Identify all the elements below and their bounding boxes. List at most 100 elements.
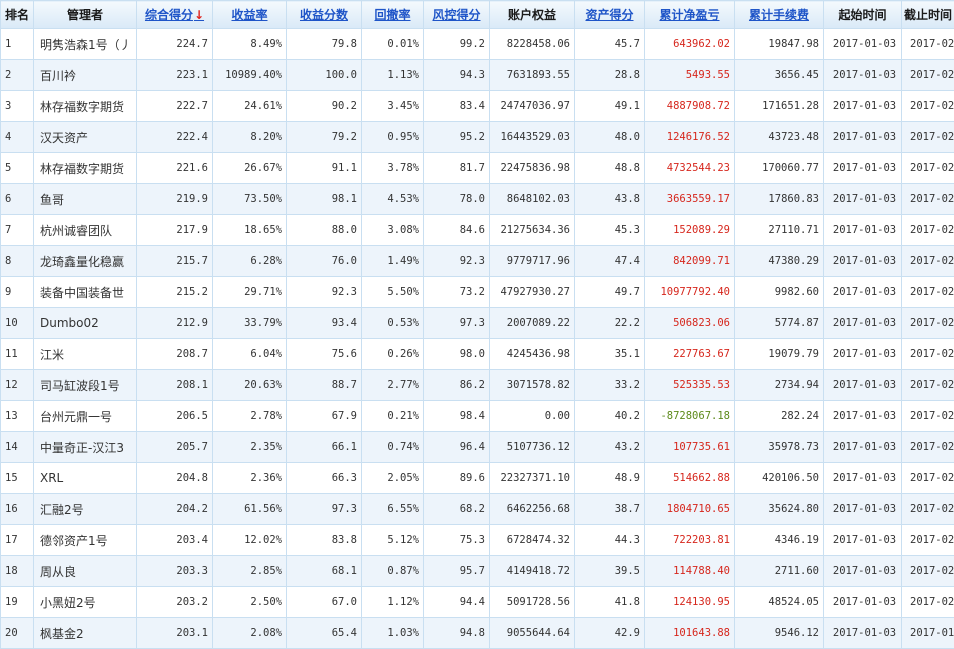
sort-return-rate[interactable]: 收益率	[212, 0, 287, 29]
end-date-cell: 2017-02-21	[901, 431, 954, 463]
drawdown-cell: 0.87%	[361, 555, 424, 587]
manager-cell: 鱼哥	[33, 183, 137, 215]
end-date-cell: 2017-02-21	[901, 307, 954, 339]
composite-score-cell: 203.2	[136, 586, 213, 618]
end-date-cell: 2017-02-21	[901, 462, 954, 494]
return-score-cell: 88.7	[286, 369, 362, 401]
end-date-cell: 2017-02-21	[901, 28, 954, 60]
header-start-date: 起始时间	[823, 0, 902, 29]
sort-return-score[interactable]: 收益分数	[286, 0, 362, 29]
return-score-cell: 66.1	[286, 431, 362, 463]
header-equity: 账户权益	[489, 0, 575, 29]
composite-score-cell: 215.7	[136, 245, 213, 277]
risk-score-cell: 75.3	[423, 524, 490, 556]
rank-cell: 5	[0, 152, 34, 184]
fees-cell: 43723.48	[734, 121, 824, 153]
manager-cell: 小黑妞2号	[33, 586, 137, 618]
start-date-cell: 2017-01-03	[823, 307, 902, 339]
rank-cell: 15	[0, 462, 34, 494]
asset-score-cell: 43.8	[574, 183, 645, 215]
start-date-cell: 2017-01-03	[823, 28, 902, 60]
return-score-cell: 90.2	[286, 90, 362, 122]
net-pnl-cell: 227763.67	[644, 338, 735, 370]
risk-score-cell: 86.2	[423, 369, 490, 401]
table-row: 13 台州元鼎一号 206.5 2.78% 67.9 0.21% 98.4 0.00 40.2-…	[0, 400, 954, 432]
return-score-cell: 75.6	[286, 338, 362, 370]
return-score-cell: 83.8	[286, 524, 362, 556]
rank-cell: 19	[0, 586, 34, 618]
manager-cell: XRL	[33, 462, 137, 494]
end-date-cell: 2017-02-21	[901, 214, 954, 246]
drawdown-cell: 1.49%	[361, 245, 424, 277]
rank-cell: 1	[0, 28, 34, 60]
composite-score-cell: 222.4	[136, 121, 213, 153]
equity-cell: 7631893.55	[489, 59, 575, 91]
return-rate-cell: 8.49%	[212, 28, 287, 60]
asset-score-cell: 45.7	[574, 28, 645, 60]
fees-cell: 35978.73	[734, 431, 824, 463]
equity-cell: 6728474.32	[489, 524, 575, 556]
net-pnl-cell: 10977792.40	[644, 276, 735, 308]
table-row: 16 汇融2号 204.2 61.56% 97.3 6.55% 68.2 6462256.68…	[0, 493, 954, 525]
end-date-cell: 2017-02-21	[901, 90, 954, 122]
start-date-cell: 2017-01-03	[823, 121, 902, 153]
fees-cell: 35624.80	[734, 493, 824, 525]
return-score-cell: 98.1	[286, 183, 362, 215]
asset-score-cell: 40.2	[574, 400, 645, 432]
sort-risk-score[interactable]: 风控得分	[423, 0, 490, 29]
drawdown-cell: 0.95%	[361, 121, 424, 153]
start-date-cell: 2017-01-03	[823, 431, 902, 463]
equity-cell: 9779717.96	[489, 245, 575, 277]
asset-score-cell: 43.2	[574, 431, 645, 463]
asset-score-cell: 49.7	[574, 276, 645, 308]
table-row: 5 林存福数字期货 221.6 26.67% 91.1 3.78% 81.7 22475836…	[0, 152, 954, 184]
return-rate-cell: 2.78%	[212, 400, 287, 432]
manager-cell: 汉天资产	[33, 121, 137, 153]
manager-cell: 江米	[33, 338, 137, 370]
end-date-cell: 2017-02-21	[901, 338, 954, 370]
equity-cell: 24747036.97	[489, 90, 575, 122]
fees-cell: 27110.71	[734, 214, 824, 246]
risk-score-cell: 89.6	[423, 462, 490, 494]
manager-cell: 装备中国装备世	[33, 276, 137, 308]
sort-fees[interactable]: 累计手续费	[734, 0, 824, 29]
rank-cell: 12	[0, 369, 34, 401]
return-score-cell: 97.3	[286, 493, 362, 525]
sort-net-pnl[interactable]: 累计净盈亏	[644, 0, 735, 29]
sort-drawdown[interactable]: 回撤率	[361, 0, 424, 29]
fees-cell: 2711.60	[734, 555, 824, 587]
composite-score-cell: 217.9	[136, 214, 213, 246]
net-pnl-cell: 514662.88	[644, 462, 735, 494]
table-row: 6 鱼哥 219.9 73.50% 98.1 4.53% 78.0 8648102.03 43.…	[0, 183, 954, 215]
fees-cell: 48524.05	[734, 586, 824, 618]
composite-score-cell: 208.7	[136, 338, 213, 370]
composite-score-cell: 223.1	[136, 59, 213, 91]
net-pnl-cell: 124130.95	[644, 586, 735, 618]
drawdown-cell: 1.03%	[361, 617, 424, 649]
table-row: 14 中量奇正-汉江3 205.7 2.35% 66.1 0.74% 96.4 5107736…	[0, 431, 954, 463]
fees-cell: 282.24	[734, 400, 824, 432]
sort-asset-score[interactable]: 资产得分	[574, 0, 645, 29]
composite-score-cell: 224.7	[136, 28, 213, 60]
return-score-cell: 68.1	[286, 555, 362, 587]
sort-composite-score[interactable]: 综合得分↓	[136, 0, 213, 29]
asset-score-cell: 45.3	[574, 214, 645, 246]
asset-score-cell: 41.8	[574, 586, 645, 618]
risk-score-cell: 84.6	[423, 214, 490, 246]
start-date-cell: 2017-01-03	[823, 586, 902, 618]
drawdown-cell: 2.77%	[361, 369, 424, 401]
manager-cell: 龙琦鑫量化稳赢	[33, 245, 137, 277]
net-pnl-cell: 107735.61	[644, 431, 735, 463]
table-row: 1 明隽浩森1号（丿 224.7 8.49% 79.8 0.01% 99.2 8228458.…	[0, 28, 954, 60]
manager-cell: 德邻资产1号	[33, 524, 137, 556]
fees-cell: 9546.12	[734, 617, 824, 649]
net-pnl-cell: 643962.02	[644, 28, 735, 60]
equity-cell: 8648102.03	[489, 183, 575, 215]
drawdown-cell: 3.78%	[361, 152, 424, 184]
risk-score-cell: 94.8	[423, 617, 490, 649]
return-rate-cell: 8.20%	[212, 121, 287, 153]
return-rate-cell: 2.08%	[212, 617, 287, 649]
risk-score-cell: 78.0	[423, 183, 490, 215]
return-score-cell: 92.3	[286, 276, 362, 308]
asset-score-cell: 28.8	[574, 59, 645, 91]
